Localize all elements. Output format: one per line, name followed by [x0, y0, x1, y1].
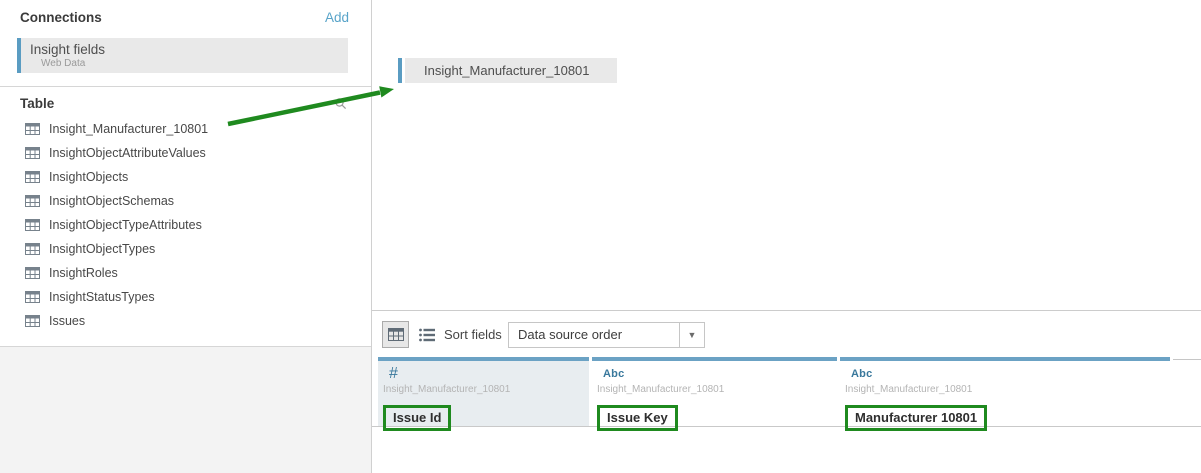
column-field-name-highlighted[interactable]: Issue Key: [597, 405, 678, 431]
table-chip-accent-bar: [398, 58, 402, 83]
column-field-name-highlighted[interactable]: Manufacturer 10801: [845, 405, 987, 431]
table-icon: [25, 291, 40, 303]
canvas-table-chip[interactable]: Insight_Manufacturer_10801: [405, 58, 617, 83]
data-preview-grid: # Insight_Manufacturer_10801 Issue Id Ab…: [372, 357, 1201, 473]
table-list-item[interactable]: Issues: [25, 309, 367, 333]
table-list-item[interactable]: InsightObjectAttributeValues: [25, 141, 367, 165]
join-canvas: Insight_Manufacturer_10801: [372, 0, 1201, 311]
column-header-issue-key[interactable]: Abc Insight_Manufacturer_10801 Issue Key: [592, 357, 837, 426]
column-source: Insight_Manufacturer_10801: [597, 384, 837, 395]
table-list-item[interactable]: InsightObjectTypeAttributes: [25, 213, 367, 237]
table-name: Issues: [49, 314, 85, 328]
add-connection-link[interactable]: Add: [325, 10, 349, 25]
grid-header-spacer: [1173, 359, 1201, 426]
column-header-manufacturer-10801[interactable]: Abc Insight_Manufacturer_10801 Manufactu…: [840, 357, 1170, 426]
left-pane: Connections Add Insight fields Web Data …: [0, 0, 372, 473]
connection-type: Web Data: [41, 58, 85, 69]
table-name: InsightObjects: [49, 170, 128, 184]
column-source: Insight_Manufacturer_10801: [845, 384, 1170, 395]
connection-item-insight-fields[interactable]: Insight fields Web Data: [17, 38, 348, 73]
list-view-button[interactable]: [416, 324, 438, 346]
chevron-down-icon: ▼: [679, 323, 704, 347]
string-type-icon: Abc: [851, 366, 1170, 382]
table-list-item[interactable]: InsightObjectSchemas: [25, 189, 367, 213]
table-list-item[interactable]: InsightStatusTypes: [25, 285, 367, 309]
connection-accent-bar: [17, 38, 21, 73]
table-icon: [25, 243, 40, 255]
table-icon: [25, 123, 40, 135]
table-icon: [25, 171, 40, 183]
table-name: Insight_Manufacturer_10801: [49, 122, 208, 136]
table-name: InsightObjectTypes: [49, 242, 155, 256]
table-name: InsightObjectSchemas: [49, 194, 174, 208]
table-section-header: Table: [20, 96, 347, 111]
table-list-item[interactable]: Insight_Manufacturer_10801: [25, 117, 367, 141]
sort-order-value: Data source order: [518, 323, 622, 347]
search-icon[interactable]: [334, 97, 347, 110]
table-name: InsightObjectAttributeValues: [49, 146, 206, 160]
sort-order-dropdown[interactable]: Data source order ▼: [508, 322, 705, 348]
table-list: Insight_Manufacturer_10801 InsightObject…: [25, 117, 367, 333]
sort-fields-label: Sort fields: [444, 327, 502, 342]
grid-view-icon: [388, 328, 404, 341]
list-view-icon: [419, 328, 435, 342]
table-icon: [25, 267, 40, 279]
table-list-item[interactable]: InsightObjects: [25, 165, 367, 189]
table-list-item[interactable]: InsightObjectTypes: [25, 237, 367, 261]
grid-header-row: # Insight_Manufacturer_10801 Issue Id Ab…: [372, 357, 1201, 427]
grid-toolbar: Sort fields Data source order ▼: [372, 311, 1201, 357]
column-source: Insight_Manufacturer_10801: [383, 384, 589, 395]
table-icon: [25, 147, 40, 159]
string-type-icon: Abc: [603, 366, 837, 382]
table-icon: [25, 195, 40, 207]
connections-header: Connections Add: [20, 10, 349, 25]
table-name: InsightStatusTypes: [49, 290, 155, 304]
sidebar-bottom-panel: [0, 346, 371, 473]
table-list-item[interactable]: InsightRoles: [25, 261, 367, 285]
table-icon: [25, 219, 40, 231]
table-icon: [25, 315, 40, 327]
column-field-name-highlighted[interactable]: Issue Id: [383, 405, 451, 431]
connections-title: Connections: [20, 10, 102, 25]
table-name: InsightObjectTypeAttributes: [49, 218, 202, 232]
number-type-icon: #: [389, 366, 589, 382]
sidebar-divider: [0, 86, 371, 87]
table-section-title: Table: [20, 96, 54, 111]
column-header-issue-id[interactable]: # Insight_Manufacturer_10801 Issue Id: [378, 357, 589, 426]
grid-view-button[interactable]: [382, 321, 409, 348]
table-name: InsightRoles: [49, 266, 118, 280]
connection-name: Insight fields: [30, 42, 105, 57]
